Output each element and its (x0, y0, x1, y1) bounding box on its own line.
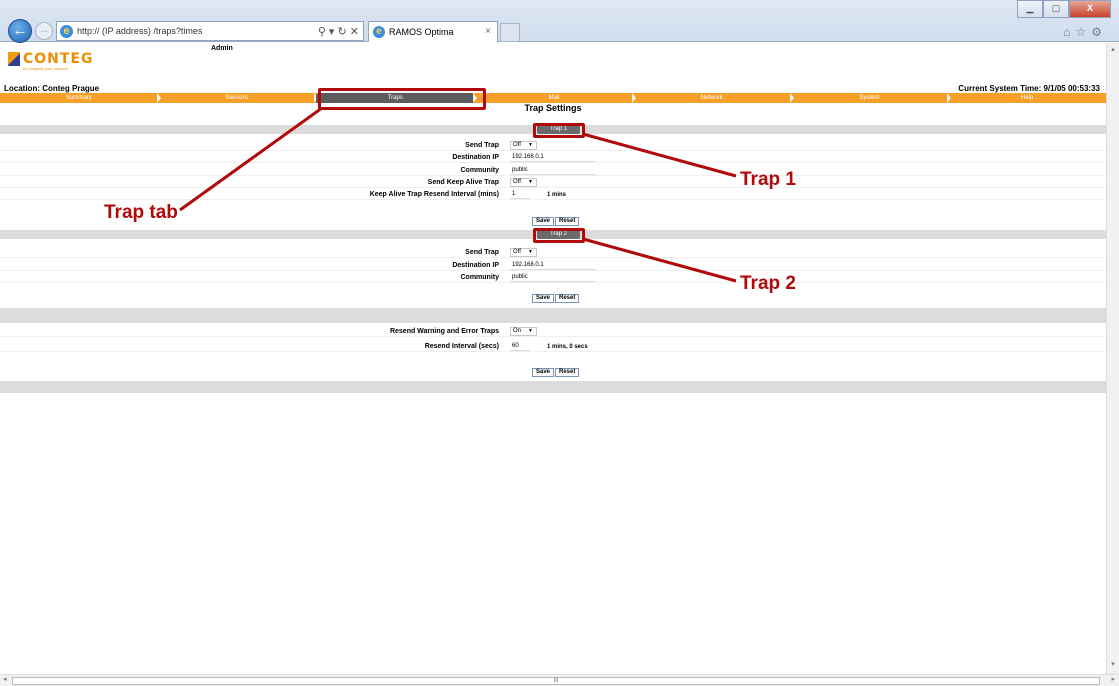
trap2-dest-ip-row: Destination IP 192.168.0.1 (0, 261, 1106, 271)
trap-tab-annotation: Trap tab (104, 202, 178, 223)
keep-alive-interval-label: Keep Alive Trap Resend Interval (mins) (369, 191, 499, 198)
destination-ip-label: Destination IP (452, 154, 499, 161)
destination-ip-label: Destination IP (452, 262, 499, 269)
trap1-send-trap-select[interactable]: Off (510, 141, 537, 150)
address-url[interactable]: http:// (IP address) /traps?times (77, 26, 202, 36)
trap2-save-button[interactable]: Save (532, 294, 555, 303)
trap1-community-input[interactable]: public (510, 166, 596, 175)
browser-tab[interactable]: e RAMOS Optima × (368, 21, 498, 42)
trap1-interval-unit: 1 mins (547, 192, 567, 198)
scroll-down-icon[interactable]: ▾ (1107, 660, 1119, 672)
trap2-send-trap-select[interactable]: Off (510, 248, 537, 257)
trap2-buttons: Save Reset (532, 294, 580, 303)
address-bar[interactable]: e http:// (IP address) /traps?times ⚲ ▾ … (56, 21, 364, 41)
tab-summary[interactable]: Summary (0, 93, 161, 103)
address-controls-icons[interactable]: ⚲ ▾ ↻ ✕ (318, 25, 359, 38)
close-window-button[interactable]: X (1069, 0, 1111, 18)
ie-logo-icon: e (373, 26, 385, 38)
scroll-left-icon[interactable]: ◂ (3, 675, 7, 683)
trap2-community-input[interactable]: public (510, 273, 596, 282)
scroll-right-icon[interactable]: ▸ (1111, 675, 1115, 683)
send-trap-label: Send Trap (465, 142, 499, 149)
resend-interval-row: Resend Interval (secs) 60 1 mins, 0 secs (0, 342, 1106, 352)
user-name: Admin (211, 45, 233, 52)
scroll-up-icon[interactable]: ▴ (1107, 45, 1119, 57)
trap2-annotation: Trap 2 (740, 273, 796, 294)
resend-interval-unit: 1 mins, 0 secs (547, 344, 588, 350)
horizontal-scrollbar[interactable]: ◂ III ▸ (0, 674, 1119, 686)
trap1-interval-row: Keep Alive Trap Resend Interval (mins) 1… (0, 190, 1106, 200)
community-label: Community (460, 274, 500, 281)
vertical-scrollbar[interactable]: ▴ ▾ (1106, 43, 1119, 674)
resend-interval-input[interactable]: 60 (510, 342, 530, 351)
new-tab-button[interactable] (500, 23, 520, 42)
back-arrow-icon[interactable]: ← (8, 19, 32, 43)
trap2-destination-ip-input[interactable]: 192.168.0.1 (510, 261, 596, 270)
trap2-reset-button[interactable]: Reset (555, 294, 580, 303)
trap1-save-button[interactable]: Save (532, 217, 555, 226)
resend-interval-label: Resend Interval (secs) (424, 343, 499, 350)
maximize-button[interactable]: ▢ (1043, 0, 1069, 18)
logo-wordmark: CONTEG (23, 51, 94, 67)
tab-mail[interactable]: Mail (475, 93, 636, 103)
resend-traps-row: Resend Warning and Error Traps On (0, 327, 1106, 337)
trap2-community-row: Community public (0, 273, 1106, 283)
keep-alive-label: Send Keep Alive Trap (427, 179, 499, 186)
logo-tagline: to complete your network (23, 66, 68, 71)
trap1-interval-input[interactable]: 1 (510, 190, 530, 199)
page-title: Trap Settings (524, 103, 582, 113)
minimize-button[interactable]: ▁ (1017, 0, 1043, 18)
conteg-logo: CONTEG to complete your network (8, 51, 93, 71)
system-time: Current System Time: 9/1/05 00:53:33 (958, 84, 1100, 93)
logo-mark-icon (8, 52, 20, 66)
toolbar-icons[interactable]: ⌂☆⚙ (1063, 25, 1107, 39)
browser-chrome: ← → e http:// (IP address) /traps?times … (0, 0, 1119, 43)
trap1-reset-button[interactable]: Reset (555, 217, 580, 226)
tab-help[interactable]: Help (948, 93, 1106, 103)
resend-traps-label: Resend Warning and Error Traps (389, 328, 499, 335)
resend-reset-button[interactable]: Reset (555, 368, 580, 377)
traps-tab-highlight (318, 88, 486, 110)
resend-band (0, 308, 1106, 323)
ie-logo-icon: e (60, 25, 73, 38)
scrollbar-thumb[interactable]: III (12, 677, 1100, 685)
trap1-buttons: Save Reset (532, 217, 580, 226)
location-label: Location: Conteg Prague (4, 84, 100, 93)
trap2-send-trap-row: Send Trap Off (0, 248, 1106, 258)
community-label: Community (460, 167, 500, 174)
resend-buttons: Save Reset (532, 368, 580, 377)
window-controls: ▁ ▢ X (1017, 0, 1111, 18)
tab-close-icon[interactable]: × (485, 26, 491, 37)
tab-network[interactable]: Network (633, 93, 794, 103)
trap1-keep-alive-row: Send Keep Alive Trap Off (0, 178, 1106, 188)
tab-title: RAMOS Optima (389, 27, 454, 37)
bottom-band (0, 381, 1106, 393)
trap1-highlight (533, 123, 585, 138)
trap1-destination-ip-input[interactable]: 192.168.0.1 (510, 153, 596, 162)
trap1-keep-alive-select[interactable]: Off (510, 178, 537, 187)
main-menu: Summary Sensors Traps Mail Network Syste… (0, 93, 1106, 103)
trap1-annotation: Trap 1 (740, 169, 796, 190)
trap1-community-row: Community public (0, 166, 1106, 176)
tab-system[interactable]: System (791, 93, 952, 103)
trap1-send-trap-row: Send Trap Off (0, 141, 1106, 151)
trap1-dest-ip-row: Destination IP 192.168.0.1 (0, 153, 1106, 163)
send-trap-label: Send Trap (465, 249, 499, 256)
forward-arrow-icon[interactable]: → (35, 22, 53, 40)
resend-traps-select[interactable]: On (510, 327, 537, 336)
trap2-highlight (533, 228, 585, 243)
resend-save-button[interactable]: Save (532, 368, 555, 377)
tab-sensors[interactable]: Sensors (158, 93, 319, 103)
